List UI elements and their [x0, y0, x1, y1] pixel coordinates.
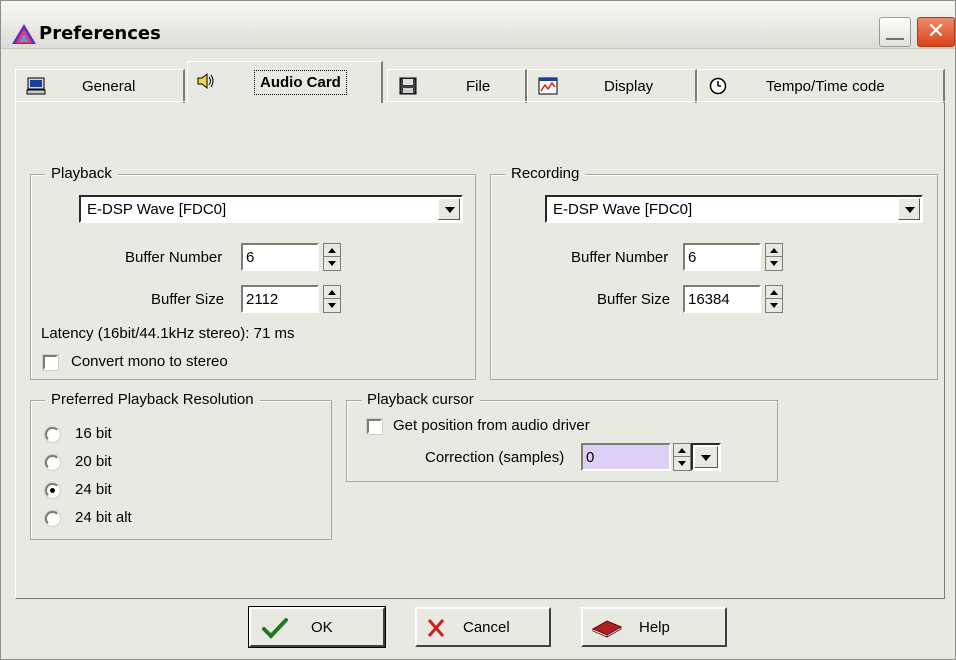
resolution-group: Preferred Playback Resolution 16 bit 20 …	[30, 391, 332, 540]
computer-icon	[26, 77, 46, 95]
buffer-number-value: 6	[246, 249, 255, 266]
buffer-size-label: Buffer Size	[151, 291, 225, 308]
buffer-size-spinner[interactable]	[323, 285, 341, 313]
cancel-button[interactable]: Cancel	[415, 607, 551, 647]
check-icon	[262, 618, 288, 639]
buffer-number-spinner[interactable]	[323, 243, 341, 271]
recording-buffer-number-input[interactable]: 6	[683, 243, 761, 271]
resolution-group-title: Preferred Playback Resolution	[45, 391, 260, 408]
radio-24-bit-alt[interactable]	[45, 511, 60, 526]
buffer-size-spinner[interactable]	[765, 285, 783, 313]
tab-display[interactable]: Display	[527, 69, 697, 103]
buffer-number-value: 6	[688, 249, 697, 266]
get-position-label: Get position from audio driver	[393, 417, 590, 434]
radio-16-bit[interactable]	[45, 427, 60, 442]
triangle-logo-icon	[12, 24, 36, 44]
radio-20-bit[interactable]	[45, 455, 60, 470]
correction-input[interactable]: 0	[581, 443, 671, 471]
tab-strip: General Audio Card File Display Tempo/Ti…	[15, 61, 945, 103]
convert-mono-label: Convert mono to stereo	[71, 353, 228, 370]
playback-device-value: E-DSP Wave [FDC0]	[87, 201, 227, 218]
x-icon	[427, 619, 445, 637]
tab-label: File	[466, 78, 491, 95]
latency-text: Latency (16bit/44.1kHz stereo): 71 ms	[41, 325, 295, 342]
chevron-down-icon[interactable]	[438, 198, 460, 220]
minimize-button[interactable]	[879, 17, 911, 47]
buffer-number-spinner[interactable]	[765, 243, 783, 271]
audio-card-panel: Playback E-DSP Wave [FDC0] Buffer Number…	[15, 101, 945, 599]
playback-buffer-size-input[interactable]: 2112	[241, 285, 319, 313]
help-button[interactable]: Help	[581, 607, 727, 647]
radio-label: 20 bit	[75, 453, 112, 470]
buffer-size-value: 16384	[688, 291, 730, 308]
tab-label: Audio Card	[254, 70, 347, 95]
tab-file[interactable]: File	[387, 69, 527, 103]
ok-label: OK	[311, 619, 333, 636]
book-icon	[591, 620, 623, 638]
get-position-checkbox[interactable]	[367, 419, 382, 434]
floppy-disk-icon	[399, 77, 417, 95]
radio-label: 24 bit alt	[75, 509, 132, 526]
playback-buffer-number-input[interactable]: 6	[241, 243, 319, 271]
playback-group: Playback E-DSP Wave [FDC0] Buffer Number…	[30, 165, 476, 380]
buffer-number-label: Buffer Number	[571, 249, 669, 266]
playback-cursor-group-title: Playback cursor	[361, 391, 480, 408]
correction-label: Correction (samples)	[425, 449, 565, 466]
buffer-size-value: 2112	[246, 291, 279, 308]
ok-button[interactable]: OK	[248, 606, 386, 648]
recording-group-title: Recording	[505, 165, 586, 182]
playback-group-title: Playback	[45, 165, 118, 182]
radio-24-bit[interactable]	[45, 483, 60, 498]
help-label: Help	[639, 619, 670, 636]
close-button[interactable]: ✕	[917, 17, 955, 47]
correction-dropdown[interactable]	[691, 443, 721, 471]
tab-label: General	[82, 78, 136, 95]
close-icon: ✕	[926, 19, 946, 44]
chevron-down-icon[interactable]	[694, 446, 718, 468]
chevron-down-icon[interactable]	[898, 198, 920, 220]
recording-device-value: E-DSP Wave [FDC0]	[553, 201, 693, 218]
playback-device-select[interactable]: E-DSP Wave [FDC0]	[79, 195, 463, 223]
clock-icon	[709, 77, 727, 95]
tab-tempo-time-code[interactable]: Tempo/Time code	[697, 69, 945, 103]
buffer-size-label: Buffer Size	[597, 291, 671, 308]
display-chart-icon	[538, 77, 558, 95]
recording-device-select[interactable]: E-DSP Wave [FDC0]	[545, 195, 923, 223]
correction-value: 0	[586, 449, 595, 466]
tab-label: Tempo/Time code	[766, 78, 885, 95]
title-bar[interactable]: Preferences ✕	[1, 1, 955, 49]
tab-general[interactable]: General	[15, 69, 185, 103]
tab-audio-card[interactable]: Audio Card	[187, 61, 383, 103]
playback-cursor-group: Playback cursor Get position from audio …	[346, 391, 778, 482]
preferences-window: Preferences ✕ General Audio Card File Di…	[0, 0, 956, 660]
radio-label: 16 bit	[75, 425, 112, 442]
window-title: Preferences	[39, 23, 161, 44]
speaker-icon	[197, 72, 214, 90]
recording-buffer-size-input[interactable]: 16384	[683, 285, 761, 313]
cancel-label: Cancel	[463, 619, 510, 636]
tab-label: Display	[604, 78, 654, 95]
buffer-number-label: Buffer Number	[125, 249, 223, 266]
convert-mono-checkbox[interactable]	[43, 355, 58, 370]
recording-group: Recording E-DSP Wave [FDC0] Buffer Numbe…	[490, 165, 938, 380]
radio-label: 24 bit	[75, 481, 112, 498]
correction-spinner[interactable]	[673, 443, 691, 471]
